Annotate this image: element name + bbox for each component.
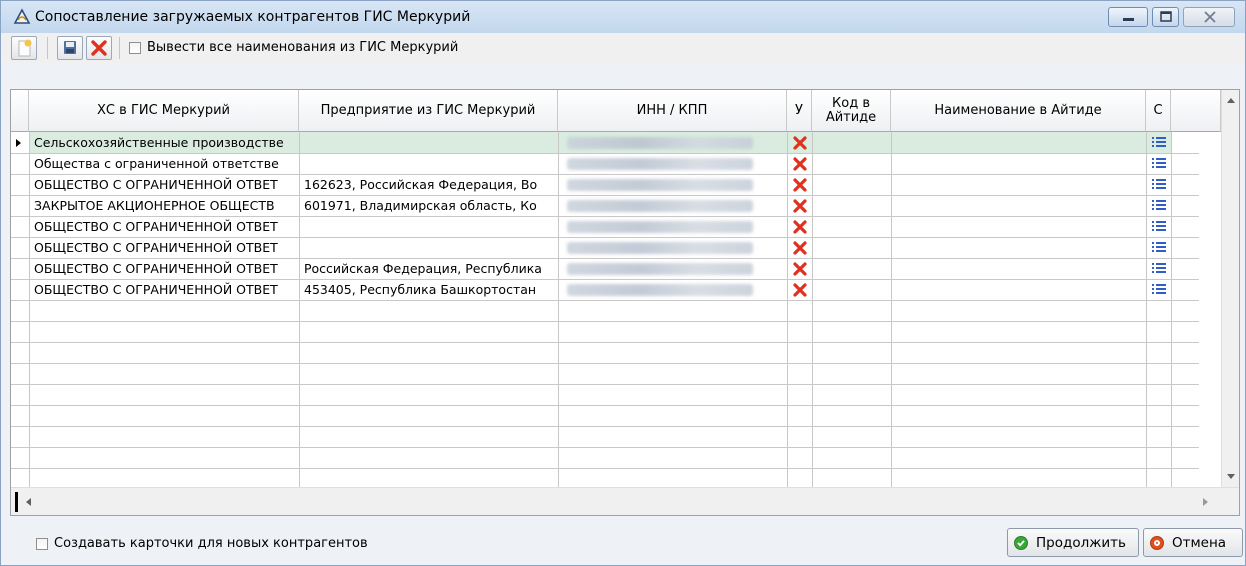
continue-button-label: Продолжить	[1036, 534, 1126, 551]
vertical-scrollbar[interactable]	[1221, 90, 1239, 487]
cell-hs[interactable]: ЗАКРЫТОЕ АКЦИОНЕРНОЕ ОБЩЕСТВ	[30, 195, 299, 216]
cell-inn-kpp[interactable]	[559, 279, 787, 300]
list-icon[interactable]	[1152, 220, 1166, 233]
redacted-blur	[567, 158, 753, 170]
redacted-blur	[567, 284, 753, 296]
minimize-button[interactable]	[1108, 7, 1148, 27]
delete-icon	[91, 40, 107, 56]
cell-enterprise[interactable]	[300, 237, 558, 258]
create-cards-label: Создавать карточки для новых контрагенто…	[54, 536, 368, 551]
cell-enterprise[interactable]: 162623, Российская Федерация, Во	[300, 174, 558, 195]
redacted-blur	[567, 200, 753, 212]
cell-hs[interactable]: ОБЩЕСТВО С ОГРАНИЧЕННОЙ ОТВЕТ	[30, 279, 299, 300]
scroll-left-icon[interactable]	[25, 497, 33, 507]
cell-inn-kpp[interactable]	[559, 258, 787, 279]
cancel-icon	[1150, 535, 1164, 550]
list-icon[interactable]	[1152, 241, 1166, 254]
window-title: Сопоставление загружаемых контрагентов Г…	[35, 9, 471, 25]
cell-hs[interactable]: Общества с ограниченной ответстве	[30, 153, 299, 174]
cell-enterprise[interactable]	[300, 132, 558, 153]
cell-inn-kpp[interactable]	[559, 195, 787, 216]
cell-enterprise[interactable]	[300, 216, 558, 237]
show-all-names-checkbox[interactable]	[129, 42, 141, 54]
column-header-aitide-name[interactable]: Наименование в Айтиде	[891, 90, 1146, 132]
maximize-button[interactable]	[1152, 7, 1179, 27]
row-indicator-header	[11, 90, 29, 132]
column-header-enterprise[interactable]: Предприятие из ГИС Меркурий	[299, 90, 558, 132]
cell-hs[interactable]: ОБЩЕСТВО С ОГРАНИЧЕННОЙ ОТВЕТ	[30, 174, 299, 195]
cell-enterprise[interactable]: Российская Федерация, Республика	[300, 258, 558, 279]
scroll-position-marker	[15, 492, 18, 512]
cell-inn-kpp[interactable]	[559, 153, 787, 174]
save-icon	[64, 41, 76, 54]
title-bar: Сопоставление загружаемых контрагентов Г…	[1, 1, 1245, 33]
scroll-down-icon[interactable]	[1226, 473, 1236, 481]
delete-row-icon[interactable]	[792, 283, 808, 297]
delete-row-icon[interactable]	[792, 241, 808, 255]
list-icon[interactable]	[1152, 178, 1166, 191]
cell-hs[interactable]: Сельскохозяйственные производстве	[30, 132, 299, 153]
delete-button[interactable]	[86, 36, 112, 60]
list-icon[interactable]	[1152, 283, 1166, 296]
list-icon[interactable]	[1152, 199, 1166, 212]
cell-enterprise[interactable]: 453405, Республика Башкортостан	[300, 279, 558, 300]
cell-inn-kpp[interactable]	[559, 174, 787, 195]
cancel-button-label: Отмена	[1172, 534, 1227, 551]
toolbar: Вывести все наименования из ГИС Меркурий	[1, 33, 1245, 63]
show-all-names-label: Вывести все наименования из ГИС Меркурий	[147, 40, 459, 55]
cell-hs[interactable]: ОБЩЕСТВО С ОГРАНИЧЕННОЙ ОТВЕТ	[30, 216, 299, 237]
redacted-blur	[567, 221, 753, 233]
cell-hs[interactable]: ОБЩЕСТВО С ОГРАНИЧЕННОЙ ОТВЕТ	[30, 237, 299, 258]
column-header-aitide-code[interactable]: Код в Айтиде	[812, 90, 891, 132]
current-row-arrow-icon	[16, 139, 21, 147]
delete-row-icon[interactable]	[792, 136, 808, 150]
cell-enterprise[interactable]	[300, 153, 558, 174]
delete-row-icon[interactable]	[792, 157, 808, 171]
column-header-hs[interactable]: ХС в ГИС Меркурий	[29, 90, 299, 132]
cell-hs[interactable]: ОБЩЕСТВО С ОГРАНИЧЕННОЙ ОТВЕТ	[30, 258, 299, 279]
new-button[interactable]	[11, 36, 37, 60]
continue-button[interactable]: Продолжить	[1007, 528, 1139, 557]
horizontal-scrollbar[interactable]	[11, 487, 1239, 515]
app-logo-icon	[13, 8, 31, 24]
delete-row-icon[interactable]	[792, 220, 808, 234]
redacted-blur	[567, 263, 753, 275]
close-icon	[1204, 11, 1216, 23]
cell-inn-kpp[interactable]	[559, 216, 787, 237]
save-button[interactable]	[57, 36, 83, 60]
column-header-s[interactable]: С	[1146, 90, 1171, 132]
dialog-window: Сопоставление загружаемых контрагентов Г…	[0, 0, 1246, 566]
list-icon[interactable]	[1152, 136, 1166, 149]
cell-inn-kpp[interactable]	[559, 237, 787, 258]
scroll-right-icon[interactable]	[1201, 497, 1209, 507]
minimize-icon	[1123, 18, 1134, 21]
redacted-blur	[567, 137, 753, 149]
redacted-blur	[567, 179, 753, 191]
redacted-blur	[567, 242, 753, 254]
maximize-icon	[1160, 11, 1172, 22]
scroll-up-icon[interactable]	[1226, 96, 1236, 104]
close-button[interactable]	[1183, 7, 1235, 27]
list-icon[interactable]	[1152, 157, 1166, 170]
counterparty-grid: ХС в ГИС Меркурий Предприятие из ГИС Мер…	[10, 89, 1240, 516]
cell-enterprise[interactable]: 601971, Владимирская область, Ко	[300, 195, 558, 216]
new-document-icon	[18, 39, 32, 57]
column-header-u[interactable]: У	[787, 90, 812, 132]
create-cards-checkbox[interactable]	[36, 538, 48, 550]
delete-row-icon[interactable]	[792, 199, 808, 213]
cancel-button[interactable]: Отмена	[1143, 528, 1243, 557]
list-icon[interactable]	[1152, 262, 1166, 275]
column-header-inn-kpp[interactable]: ИНН / КПП	[558, 90, 787, 132]
checkmark-icon	[1014, 535, 1028, 550]
delete-row-icon[interactable]	[792, 262, 808, 276]
delete-row-icon[interactable]	[792, 178, 808, 192]
cell-inn-kpp[interactable]	[559, 132, 787, 153]
